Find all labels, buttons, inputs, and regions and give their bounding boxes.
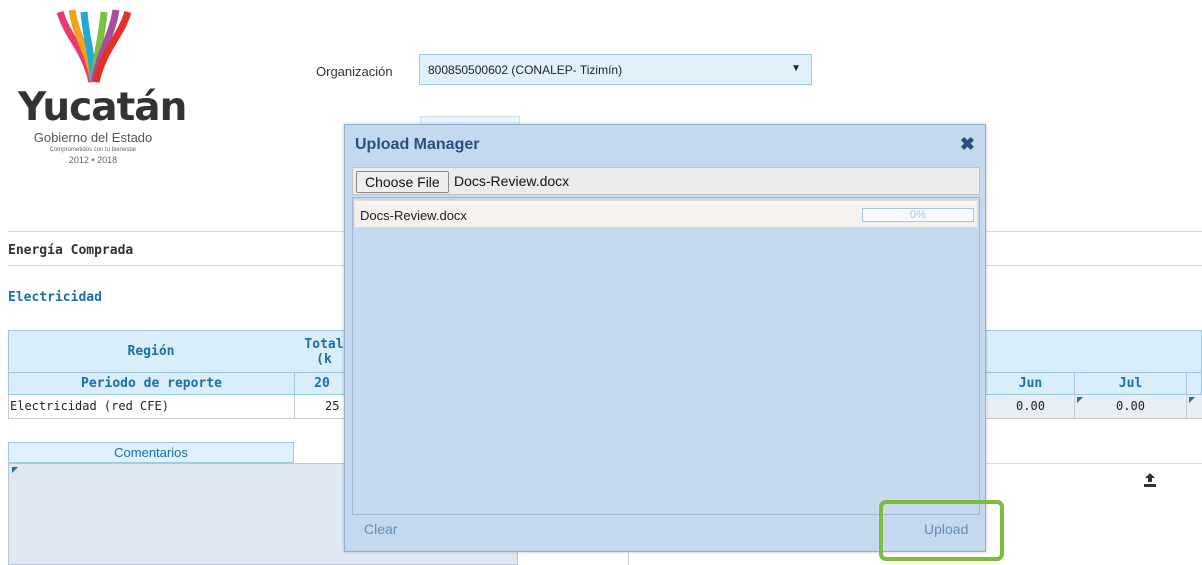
organization-selected-value: 800850500602 (CONALEP- Tizimín)	[428, 63, 623, 77]
organization-label: Organización	[316, 64, 393, 79]
header-jul: Jul	[1075, 373, 1187, 394]
row-label: Electricidad (red CFE)	[9, 395, 295, 418]
upload-queue: Docs-Review.docx 0%	[352, 197, 980, 515]
file-input: Choose File Docs-Review.docx	[352, 167, 980, 195]
row-total: 25	[325, 399, 340, 413]
logo-years: 2012 • 2018	[68, 155, 118, 165]
logo-subtitle: Gobierno del Estado	[33, 130, 153, 145]
choose-file-button[interactable]: Choose File	[356, 171, 449, 193]
chevron-down-icon: ▼	[791, 63, 801, 74]
comment-marker-icon	[12, 467, 18, 473]
chosen-file-name: Docs-Review.docx	[454, 173, 570, 189]
list-item: Docs-Review.docx 0%	[354, 200, 978, 228]
comment-marker-icon	[1189, 397, 1195, 403]
header-total: Total (k	[304, 336, 344, 367]
clear-button[interactable]: Clear	[364, 521, 397, 537]
header-jun: Jun	[987, 373, 1075, 394]
header-region: Región	[127, 344, 175, 359]
yucatan-logo: Yucatán Gobierno del Estado Comprometido…	[18, 8, 187, 178]
close-icon[interactable]: ✖	[960, 135, 975, 153]
upload-highlight-box	[879, 500, 1004, 561]
tab-comments[interactable]: Comentarios	[8, 442, 294, 463]
queue-file-name: Docs-Review.docx	[360, 208, 467, 223]
upload-manager-dialog: Upload Manager ✖ Choose File Docs-Review…	[344, 124, 986, 552]
comment-marker-icon	[1077, 397, 1083, 403]
logo-slogan: Comprometidos con tu bienestar	[49, 147, 137, 153]
section-electricity-heading: Electricidad	[8, 290, 102, 305]
progress-bar: 0%	[862, 208, 974, 222]
section-energy-heading: Energía Comprada	[8, 243, 134, 258]
logo-title: Yucatán	[18, 85, 187, 130]
organization-select[interactable]: 800850500602 (CONALEP- Tizimín) ▼	[419, 54, 812, 85]
cell-jul[interactable]: 0.00	[1075, 395, 1187, 418]
header-period: Periodo de reporte	[9, 373, 295, 394]
upload-icon[interactable]	[1142, 472, 1158, 488]
cell-jun[interactable]: 0.00	[987, 395, 1075, 418]
cell-next[interactable]	[1187, 395, 1202, 418]
yucatan-emblem-icon	[56, 9, 132, 83]
dialog-title: Upload Manager	[355, 136, 480, 153]
header-year: 20	[314, 376, 330, 391]
